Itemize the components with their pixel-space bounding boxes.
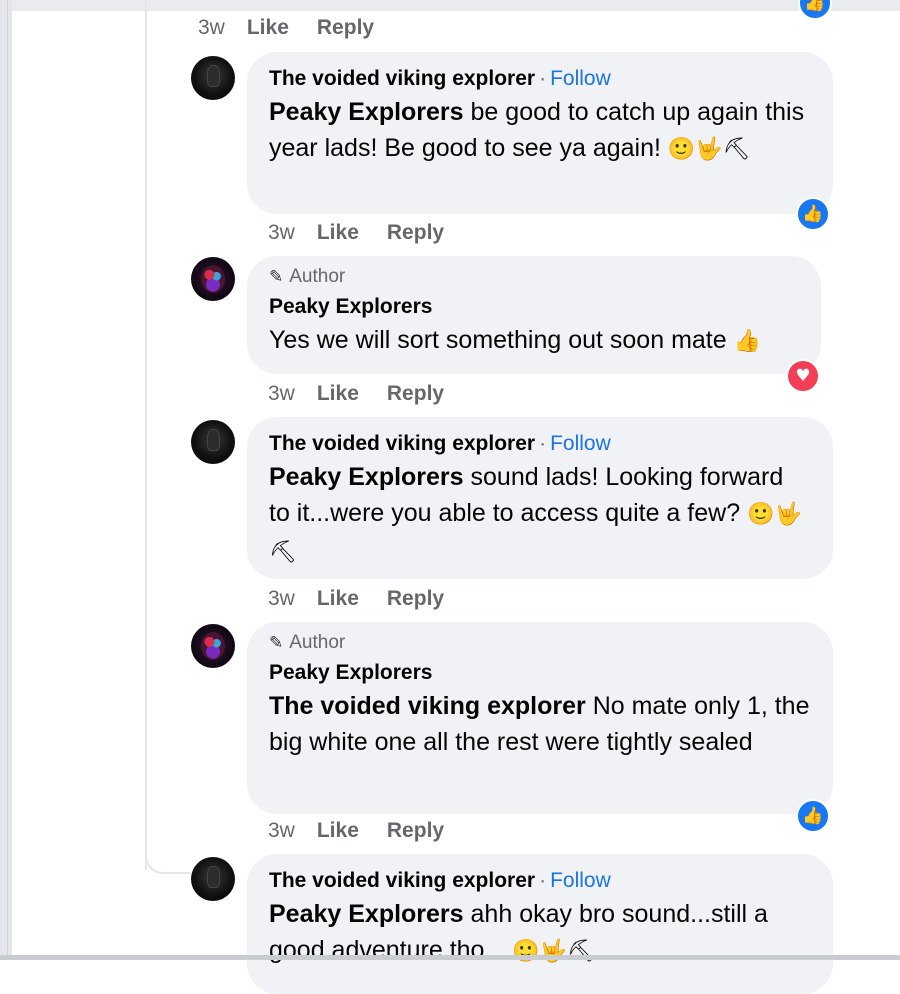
comment-bubble: The voided viking explorer · Follow Peaky … — [247, 417, 833, 579]
comment-bubble: ✎ Author Peaky Explorers The voided viki… — [247, 622, 833, 814]
commenter-name[interactable]: Peaky Explorers — [269, 292, 799, 322]
love-reaction-icon[interactable]: ♥ — [786, 359, 820, 393]
like-button[interactable]: Like — [247, 16, 289, 40]
emoji-group: 🙂🤟⛏ — [667, 137, 751, 162]
separator-dot: · — [539, 67, 547, 90]
mention-link[interactable]: Peaky Explorers — [269, 463, 464, 491]
comment-time[interactable]: 3w — [268, 587, 295, 611]
avatar[interactable] — [191, 624, 235, 668]
mention-link[interactable]: Peaky Explorers — [269, 900, 464, 928]
reply-button[interactable]: Reply — [317, 16, 374, 40]
comment-actions-top: 3w Like Reply — [198, 14, 402, 42]
emoji-group: 👍 — [733, 329, 762, 354]
author-badge-label: Author — [289, 266, 346, 287]
author-badge-label: Author — [289, 632, 346, 653]
commenter-name[interactable]: The voided viking explorer — [269, 67, 535, 90]
comment-actions: 3w Like Reply — [268, 219, 472, 247]
avatar[interactable] — [191, 56, 235, 100]
comment-actions: 3w Like Reply — [268, 817, 472, 845]
comment-header: The voided viking explorer · Follow — [269, 866, 811, 896]
comment-actions: 3w Like Reply — [268, 585, 472, 613]
separator-dot: · — [539, 432, 547, 455]
comment-bubble: The voided viking explorer · Follow Peaky … — [247, 52, 833, 214]
comment-header: The voided viking explorer · Follow — [269, 64, 811, 94]
emoji-group: 🙂🤟⛏ — [512, 939, 595, 964]
thread-connector-line — [145, 0, 147, 870]
reply-button[interactable]: Reply — [387, 382, 444, 406]
window-top-edge — [0, 0, 900, 11]
comment-bubble: The voided viking explorer · Follow Peaky … — [247, 854, 833, 994]
commenter-name[interactable]: The voided viking explorer — [269, 869, 535, 892]
follow-link[interactable]: Follow — [550, 67, 611, 90]
commenter-name[interactable]: The voided viking explorer — [269, 432, 535, 455]
like-reaction-icon[interactable]: 👍 — [798, 0, 832, 20]
like-button[interactable]: Like — [317, 587, 359, 611]
like-reaction-icon[interactable]: 👍 — [796, 799, 830, 833]
comment-text: Yes we will sort something out soon mate… — [269, 322, 799, 360]
comment-header: The voided viking explorer · Follow — [269, 429, 811, 459]
mention-link[interactable]: Peaky Explorers — [269, 98, 464, 126]
comment-time[interactable]: 3w — [268, 221, 295, 245]
comment-bubble: ✎ Author Peaky Explorers Yes we will sor… — [247, 256, 821, 374]
avatar[interactable] — [191, 257, 235, 301]
comment-time[interactable]: 3w — [198, 16, 225, 40]
reply-button[interactable]: Reply — [387, 221, 444, 245]
like-reaction-icon[interactable]: 👍 — [796, 197, 830, 231]
comment-text: Peaky Explorers sound lads! Looking forw… — [269, 459, 811, 571]
author-badge: ✎ Author — [269, 266, 799, 288]
thread-connector-curve — [145, 838, 191, 874]
like-button[interactable]: Like — [317, 221, 359, 245]
comment-time[interactable]: 3w — [268, 382, 295, 406]
window-bottom-edge — [0, 955, 900, 960]
follow-link[interactable]: Follow — [550, 869, 611, 892]
window-left-edge — [0, 0, 12, 960]
avatar[interactable] — [191, 420, 235, 464]
pencil-icon: ✎ — [269, 267, 284, 286]
commenter-name[interactable]: Peaky Explorers — [269, 658, 811, 688]
pencil-icon: ✎ — [269, 633, 284, 652]
like-button[interactable]: Like — [317, 382, 359, 406]
comment-text: The voided viking explorer No mate only … — [269, 688, 811, 760]
mention-link[interactable]: The voided viking explorer — [269, 692, 586, 720]
like-button[interactable]: Like — [317, 819, 359, 843]
comment-body: Yes we will sort something out soon mate — [269, 326, 727, 354]
avatar[interactable] — [191, 857, 235, 901]
comment-actions: 3w Like Reply — [268, 380, 472, 408]
comment-time[interactable]: 3w — [268, 819, 295, 843]
reply-button[interactable]: Reply — [387, 819, 444, 843]
comment-text: Peaky Explorers be good to catch up agai… — [269, 94, 811, 168]
author-badge: ✎ Author — [269, 632, 811, 654]
follow-link[interactable]: Follow — [550, 432, 611, 455]
separator-dot: · — [539, 869, 547, 892]
reply-button[interactable]: Reply — [387, 587, 444, 611]
